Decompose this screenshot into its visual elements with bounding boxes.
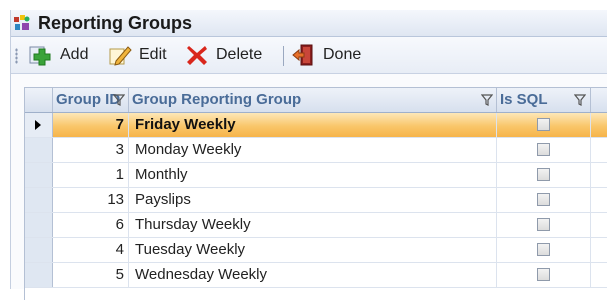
column-header-label: Group Reporting Group xyxy=(132,91,302,108)
row-indicator[interactable] xyxy=(25,188,53,212)
cell-group-id[interactable]: 3 xyxy=(53,138,129,162)
app-icon xyxy=(14,15,30,30)
reporting-groups-grid: Group ID Group Reporting Group Is SQL 7F… xyxy=(24,87,607,300)
cell-group-id[interactable]: 4 xyxy=(53,238,129,262)
cell-group-name[interactable]: Monthly xyxy=(129,163,497,187)
column-header-is-sql[interactable]: Is SQL xyxy=(497,88,591,112)
is-sql-checkbox[interactable] xyxy=(537,168,550,181)
toolbar: Add Edit Delete Done xyxy=(11,37,607,74)
cell-is-sql xyxy=(497,238,591,262)
cell-is-sql xyxy=(497,213,591,237)
table-row[interactable]: 3 Monday Weekly xyxy=(25,138,607,163)
done-button[interactable]: Done xyxy=(292,43,361,67)
cell-group-id[interactable]: 5 xyxy=(53,263,129,287)
cell-group-id[interactable]: 6 xyxy=(53,213,129,237)
toolbar-grip[interactable] xyxy=(15,48,18,64)
delete-button[interactable]: Delete xyxy=(185,43,262,67)
header-filler xyxy=(591,88,607,112)
delete-label: Delete xyxy=(216,46,263,63)
table-row[interactable]: 13 Payslips xyxy=(25,188,607,213)
column-header-group-reporting-group[interactable]: Group Reporting Group xyxy=(129,88,497,112)
row-indicator-arrow xyxy=(35,120,41,130)
cell-group-id[interactable]: 13 xyxy=(53,188,129,212)
table-row[interactable]: 5 Wednesday Weekly xyxy=(25,263,607,288)
cell-is-sql xyxy=(497,263,591,287)
row-indicator[interactable] xyxy=(25,163,53,187)
cell-group-name[interactable]: Thursday Weekly xyxy=(129,213,497,237)
done-icon xyxy=(292,44,313,66)
row-indicator[interactable] xyxy=(25,263,53,287)
filter-icon[interactable] xyxy=(574,94,586,106)
column-header-label: Group ID xyxy=(56,91,121,108)
is-sql-checkbox[interactable] xyxy=(537,193,550,206)
is-sql-checkbox[interactable] xyxy=(537,118,550,131)
edit-icon xyxy=(109,46,132,66)
cell-group-name[interactable]: Wednesday Weekly xyxy=(129,263,497,287)
cell-group-name[interactable]: Monday Weekly xyxy=(129,138,497,162)
cell-is-sql xyxy=(497,138,591,162)
column-header-group-id[interactable]: Group ID xyxy=(53,88,129,112)
title-bar: Reporting Groups xyxy=(11,10,607,37)
cell-group-name[interactable]: Friday Weekly xyxy=(129,113,497,137)
add-label: Add xyxy=(60,46,89,63)
header-indicator-cell xyxy=(25,88,53,112)
edit-label: Edit xyxy=(139,46,167,63)
row-indicator[interactable] xyxy=(25,238,53,262)
row-indicator[interactable] xyxy=(25,113,53,137)
is-sql-checkbox[interactable] xyxy=(537,268,550,281)
is-sql-checkbox[interactable] xyxy=(537,218,550,231)
table-row[interactable]: 1 Monthly xyxy=(25,163,607,188)
cell-group-name[interactable]: Tuesday Weekly xyxy=(129,238,497,262)
cell-is-sql xyxy=(497,163,591,187)
table-row[interactable]: 6 Thursday Weekly xyxy=(25,213,607,238)
cell-group-id[interactable]: 7 xyxy=(53,113,129,137)
column-header-label: Is SQL xyxy=(500,91,548,108)
toolbar-separator xyxy=(283,46,284,66)
cell-is-sql xyxy=(497,188,591,212)
table-row[interactable]: 7 Friday Weekly xyxy=(25,113,607,138)
table-row[interactable]: 4 Tuesday Weekly xyxy=(25,238,607,263)
cell-is-sql xyxy=(497,113,591,137)
is-sql-checkbox[interactable] xyxy=(537,143,550,156)
cell-group-name[interactable]: Payslips xyxy=(129,188,497,212)
filter-icon[interactable] xyxy=(113,94,125,106)
add-icon xyxy=(29,46,51,66)
delete-icon xyxy=(187,46,207,65)
reporting-groups-window: Reporting Groups Add Edit Delete Done Gr… xyxy=(10,10,607,300)
row-indicator[interactable] xyxy=(25,138,53,162)
grid-header: Group ID Group Reporting Group Is SQL xyxy=(25,88,607,113)
window-title: Reporting Groups xyxy=(38,13,192,33)
filter-icon[interactable] xyxy=(481,94,493,106)
add-button[interactable]: Add xyxy=(29,43,88,67)
edit-button[interactable]: Edit xyxy=(108,43,167,67)
cell-group-id[interactable]: 1 xyxy=(53,163,129,187)
done-label: Done xyxy=(323,46,362,63)
is-sql-checkbox[interactable] xyxy=(537,243,550,256)
row-indicator[interactable] xyxy=(25,213,53,237)
